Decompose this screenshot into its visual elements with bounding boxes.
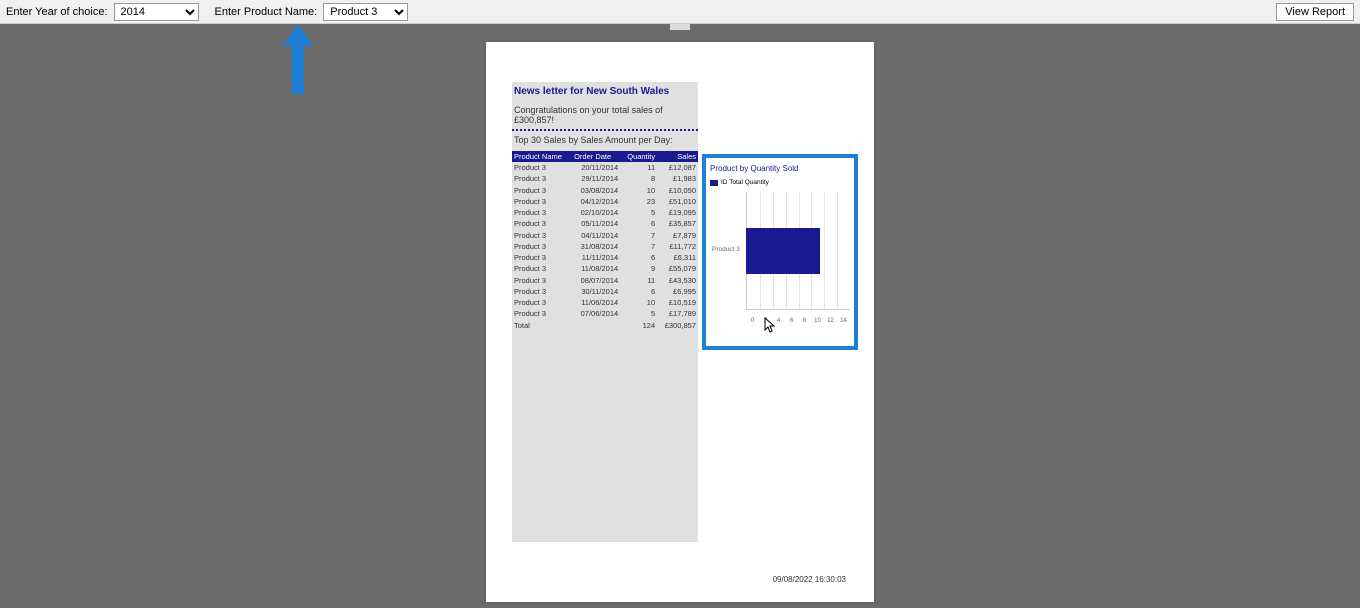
col-date: Order Date (572, 151, 620, 162)
col-sales: Sales (657, 151, 698, 162)
chart-plot: Product 3 02468101214 (716, 192, 850, 322)
table-row: Product 303/08/201410£10,050 (512, 185, 698, 196)
product-label: Enter Product Name: (215, 6, 318, 18)
top-sales-title: Top 30 Sales by Sales Amount per Day: (512, 133, 698, 151)
chart-x-labels: 02468101214 (746, 318, 850, 324)
report-page: News letter for New South Wales Congratu… (486, 42, 874, 602)
col-qty: Quantity (620, 151, 657, 162)
table-row: Product 302/10/20145£19,095 (512, 207, 698, 218)
view-report-button[interactable]: View Report (1276, 3, 1354, 21)
grip-icon (670, 24, 690, 30)
table-row: Product 329/11/20148£1,983 (512, 173, 698, 184)
divider (512, 129, 698, 131)
col-product: Product Name (512, 151, 572, 162)
sales-table: Product Name Order Date Quantity Sales P… (512, 151, 698, 331)
table-row: Product 308/07/201411£43,530 (512, 275, 698, 286)
chart-container: Product by Quantity Sold ID Total Quanti… (706, 158, 854, 328)
table-row: Product 331/08/20147£11,772 (512, 241, 698, 252)
table-row: Product 305/11/20146£35,857 (512, 218, 698, 229)
table-row: Product 311/06/201410£10,519 (512, 297, 698, 308)
chart-highlight-box: Product by Quantity Sold ID Total Quanti… (702, 154, 858, 350)
splitter-bar[interactable] (0, 24, 1360, 34)
annotation-arrow-icon (278, 24, 318, 99)
table-row: Product 304/12/201423£51,010 (512, 196, 698, 207)
total-label: Total (512, 320, 572, 331)
chart-y-label: Product 3 (712, 246, 740, 253)
legend-label: ID Total Quantity (721, 179, 769, 186)
congrats-text: Congratulations on your total sales of £… (512, 101, 698, 127)
year-label: Enter Year of choice: (6, 6, 108, 18)
year-select[interactable]: 2014 (114, 3, 199, 21)
table-row: Product 320/11/201411£12,087 (512, 162, 698, 173)
table-row: Product 330/11/20146£6,995 (512, 286, 698, 297)
report-viewer: News letter for New South Wales Congratu… (0, 34, 1360, 608)
total-qty: 124 (620, 320, 657, 331)
legend-swatch-icon (710, 180, 718, 186)
table-row: Product 307/06/20145£17,789 (512, 308, 698, 319)
total-sales: £300,857 (657, 320, 698, 331)
table-row: Product 311/08/20149£55,079 (512, 263, 698, 274)
chart-legend: ID Total Quantity (710, 179, 850, 186)
chart-bar (746, 228, 820, 274)
product-select[interactable]: Product 3 (323, 3, 408, 21)
table-row: Product 304/11/20147£7,879 (512, 230, 698, 241)
report-left-panel: News letter for New South Wales Congratu… (512, 82, 698, 542)
chart-title: Product by Quantity Sold (710, 164, 850, 173)
parameter-bar: Enter Year of choice: 2014 Enter Product… (0, 0, 1360, 24)
table-row: Product 311/11/20146£6,311 (512, 252, 698, 263)
report-timestamp: 09/08/2022 16:30:03 (773, 575, 846, 584)
newsletter-title: News letter for New South Wales (512, 82, 698, 101)
